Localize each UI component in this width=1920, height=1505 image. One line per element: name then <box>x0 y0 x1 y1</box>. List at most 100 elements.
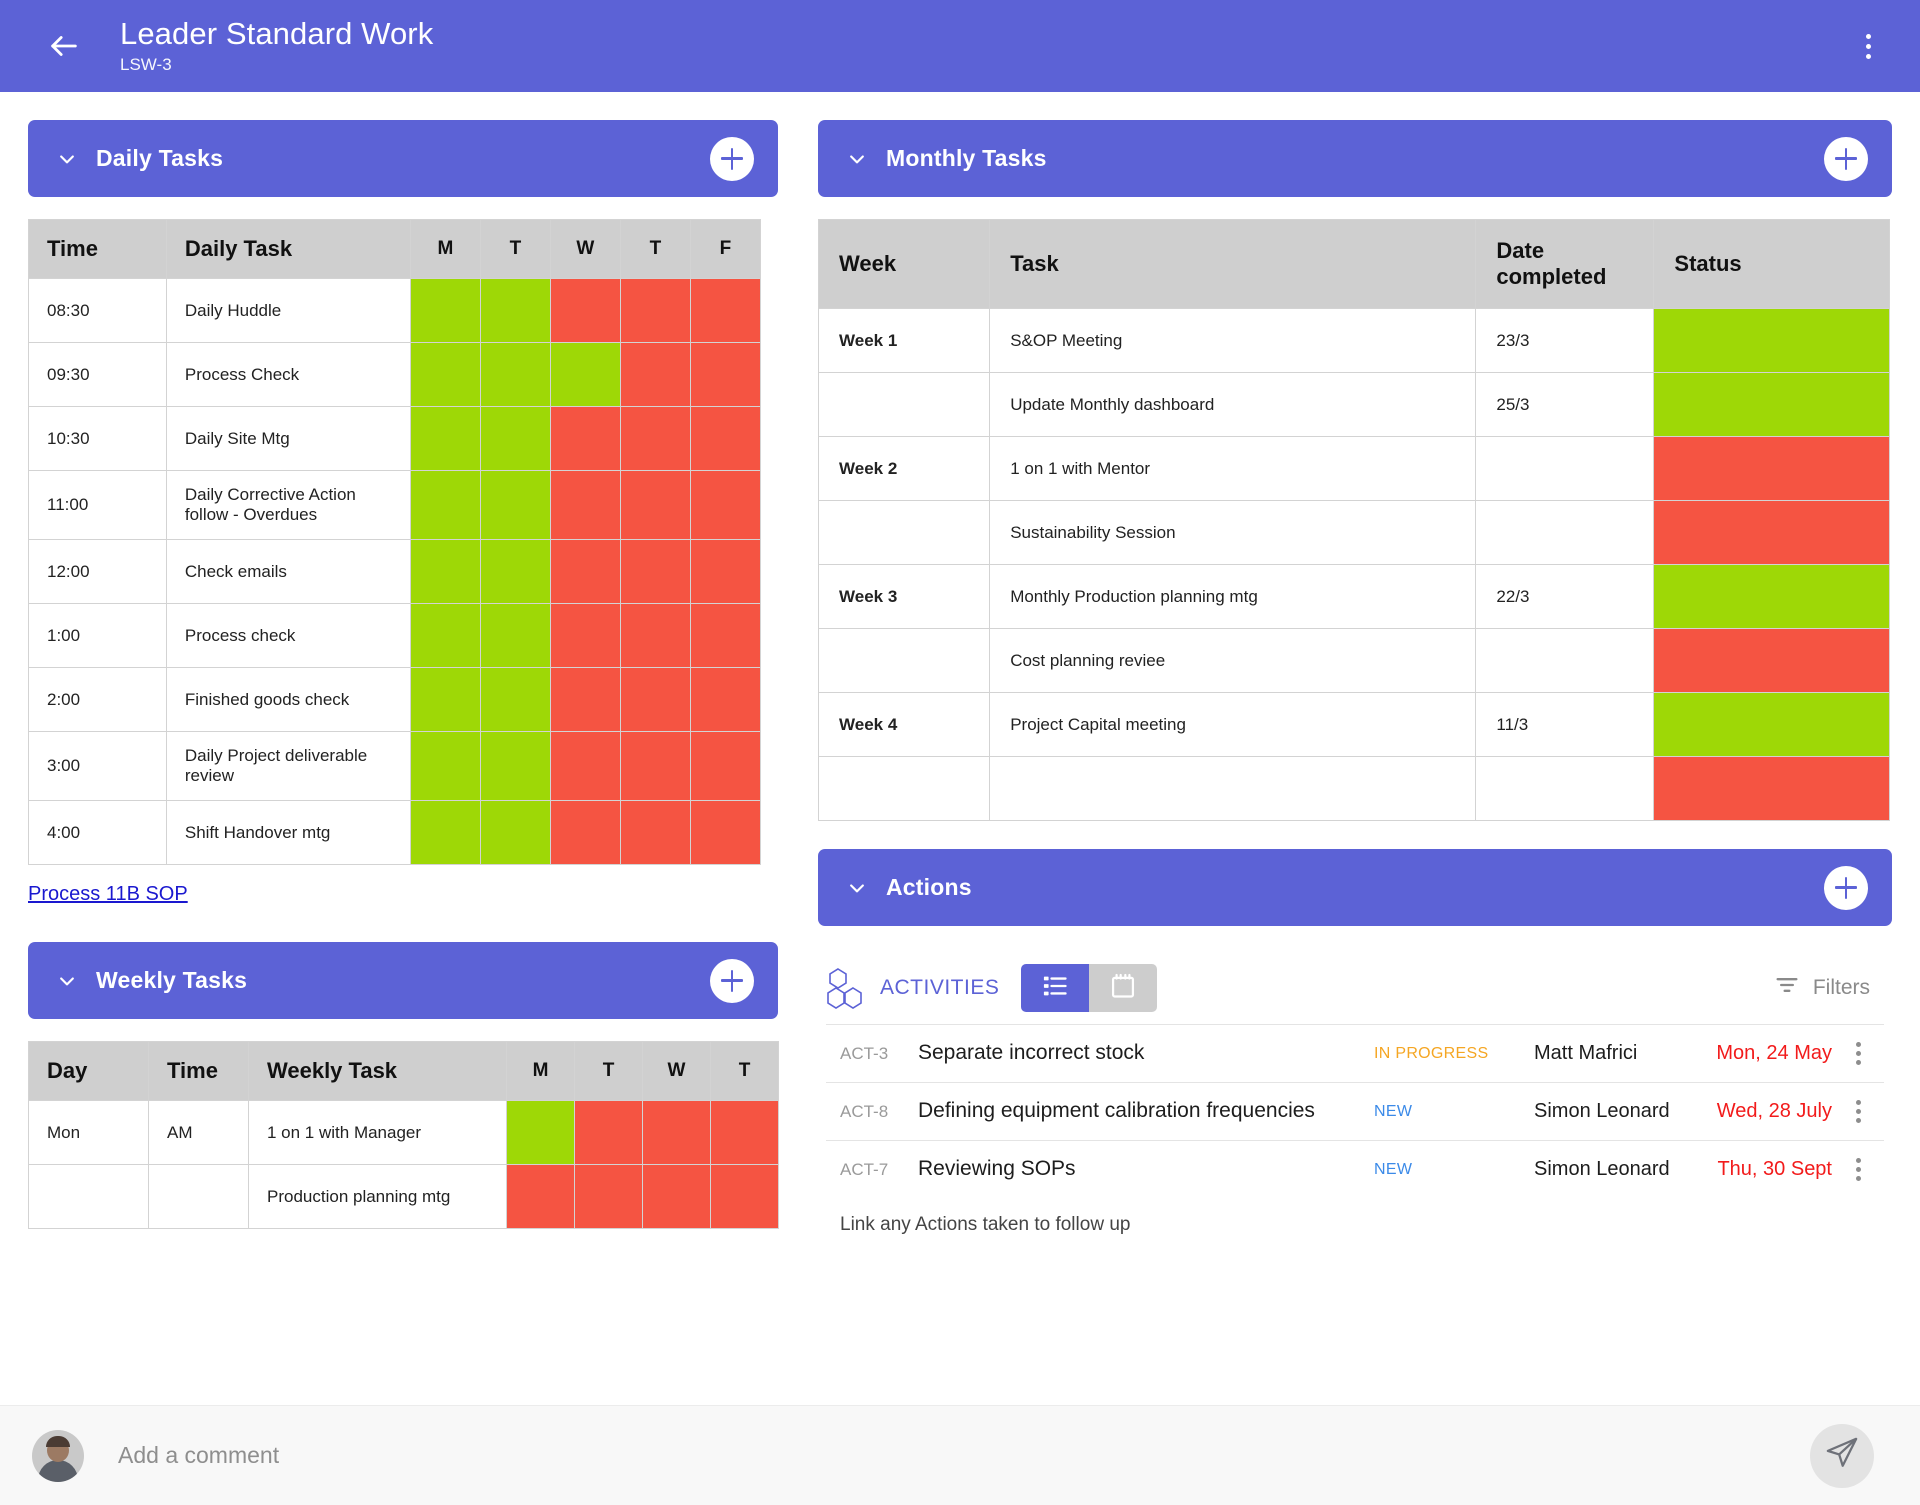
chevron-down-icon[interactable] <box>844 875 870 901</box>
status-badge[interactable] <box>1653 308 1890 373</box>
add-daily-task-button[interactable] <box>710 136 754 181</box>
daily-status-cell[interactable] <box>549 342 621 407</box>
daily-status-cell[interactable] <box>409 470 481 540</box>
weekly-status-cell[interactable] <box>574 1100 643 1165</box>
weekly-tasks-header[interactable]: Weekly Tasks <box>28 942 778 1019</box>
table-row[interactable]: Week 1 S&OP Meeting 23/3 <box>817 308 1890 373</box>
process-sop-link[interactable]: Process 11B SOP <box>28 883 188 906</box>
status-badge[interactable] <box>1653 564 1890 629</box>
daily-status-cell[interactable] <box>619 539 691 604</box>
daily-status-cell[interactable] <box>479 278 551 343</box>
status-badge[interactable] <box>1653 372 1890 437</box>
status-badge[interactable] <box>1653 692 1890 757</box>
table-row[interactable]: 11:00 Daily Corrective Action follow - Ov… <box>28 470 762 540</box>
daily-status-cell[interactable] <box>479 406 551 471</box>
daily-status-cell[interactable] <box>619 278 691 343</box>
app-bar-menu-button[interactable] <box>1846 20 1890 72</box>
table-row[interactable]: Week 4 Project Capital meeting 11/3 <box>817 692 1890 757</box>
daily-status-cell[interactable] <box>549 406 621 471</box>
add-monthly-task-button[interactable] <box>1824 136 1868 181</box>
daily-status-cell[interactable] <box>479 603 551 668</box>
back-button[interactable] <box>40 22 88 70</box>
weekly-status-cell[interactable] <box>710 1100 779 1165</box>
daily-status-cell[interactable] <box>409 667 481 732</box>
daily-status-cell[interactable] <box>619 406 691 471</box>
daily-status-cell[interactable] <box>619 342 691 407</box>
add-action-button[interactable] <box>1824 865 1868 910</box>
filters-button[interactable]: Filters <box>1773 971 1886 1005</box>
chevron-down-icon[interactable] <box>844 146 870 172</box>
list-view-button[interactable] <box>1021 964 1090 1012</box>
calendar-view-button[interactable] <box>1089 964 1158 1012</box>
table-row[interactable]: Production planning mtg <box>28 1164 779 1229</box>
daily-status-cell[interactable] <box>409 539 481 604</box>
daily-status-cell[interactable] <box>409 342 481 407</box>
daily-status-cell[interactable] <box>479 342 551 407</box>
table-row[interactable]: Cost planning reviee <box>817 628 1890 693</box>
table-row[interactable]: 12:00 Check emails <box>28 539 762 604</box>
daily-status-cell[interactable] <box>549 667 621 732</box>
daily-status-cell[interactable] <box>689 800 762 865</box>
monthly-tasks-header[interactable]: Monthly Tasks <box>818 120 1892 197</box>
table-row[interactable]: 09:30 Process Check <box>28 342 762 407</box>
weekly-status-cell[interactable] <box>506 1164 575 1229</box>
daily-status-cell[interactable] <box>409 603 481 668</box>
daily-status-cell[interactable] <box>689 667 762 732</box>
list-item[interactable]: ACT-8 Defining equipment calibration freq… <box>826 1082 1884 1140</box>
weekly-status-cell[interactable] <box>642 1164 711 1229</box>
daily-status-cell[interactable] <box>689 342 762 407</box>
table-row[interactable]: 2:00 Finished goods check <box>28 667 762 732</box>
weekly-status-cell[interactable] <box>710 1164 779 1229</box>
daily-status-cell[interactable] <box>409 731 481 801</box>
status-badge[interactable] <box>1653 756 1890 821</box>
daily-status-cell[interactable] <box>549 539 621 604</box>
daily-status-cell[interactable] <box>619 800 691 865</box>
table-row[interactable]: Sustainability Session <box>817 500 1890 565</box>
table-row[interactable]: 08:30 Daily Huddle <box>28 278 762 343</box>
daily-status-cell[interactable] <box>409 406 481 471</box>
daily-status-cell[interactable] <box>689 406 762 471</box>
activity-menu-button[interactable] <box>1832 1042 1884 1065</box>
daily-status-cell[interactable] <box>619 667 691 732</box>
daily-status-cell[interactable] <box>409 800 481 865</box>
status-badge[interactable] <box>1653 500 1890 565</box>
activity-menu-button[interactable] <box>1832 1100 1884 1123</box>
table-row[interactable]: Mon AM 1 on 1 with Manager <box>28 1100 779 1165</box>
daily-status-cell[interactable] <box>619 603 691 668</box>
comment-input[interactable]: Add a comment <box>118 1442 1810 1469</box>
daily-status-cell[interactable] <box>549 800 621 865</box>
weekly-status-cell[interactable] <box>506 1100 575 1165</box>
daily-status-cell[interactable] <box>549 603 621 668</box>
daily-status-cell[interactable] <box>689 278 762 343</box>
daily-status-cell[interactable] <box>409 278 481 343</box>
daily-status-cell[interactable] <box>479 800 551 865</box>
table-row[interactable]: 1:00 Process check <box>28 603 762 668</box>
table-row[interactable]: 10:30 Daily Site Mtg <box>28 406 762 471</box>
status-badge[interactable] <box>1653 436 1890 501</box>
daily-status-cell[interactable] <box>479 731 551 801</box>
send-comment-button[interactable] <box>1810 1423 1874 1488</box>
daily-status-cell[interactable] <box>479 470 551 540</box>
table-row[interactable]: 3:00 Daily Project deliverable review <box>28 731 762 801</box>
daily-status-cell[interactable] <box>619 731 691 801</box>
table-row[interactable]: Week 21 on 1 with Mentor <box>817 436 1890 501</box>
daily-status-cell[interactable] <box>689 731 762 801</box>
daily-status-cell[interactable] <box>689 603 762 668</box>
actions-header[interactable]: Actions <box>818 849 1892 926</box>
daily-status-cell[interactable] <box>689 539 762 604</box>
daily-status-cell[interactable] <box>549 470 621 540</box>
weekly-status-cell[interactable] <box>642 1100 711 1165</box>
list-item[interactable]: ACT-3 Separate incorrect stock IN PROGRESS… <box>826 1024 1884 1082</box>
daily-status-cell[interactable] <box>479 539 551 604</box>
daily-status-cell[interactable] <box>549 278 621 343</box>
chevron-down-icon[interactable] <box>54 146 80 172</box>
weekly-status-cell[interactable] <box>574 1164 643 1229</box>
activity-menu-button[interactable] <box>1832 1158 1884 1181</box>
daily-status-cell[interactable] <box>479 667 551 732</box>
status-badge[interactable] <box>1653 628 1890 693</box>
list-item[interactable]: ACT-7 Reviewing SOPs NEW Simon Leonard Thu, … <box>826 1140 1884 1198</box>
table-row[interactable]: 4:00 Shift Handover mtg <box>28 800 762 865</box>
daily-status-cell[interactable] <box>549 731 621 801</box>
add-weekly-task-button[interactable] <box>710 958 754 1003</box>
chevron-down-icon[interactable] <box>54 968 80 994</box>
